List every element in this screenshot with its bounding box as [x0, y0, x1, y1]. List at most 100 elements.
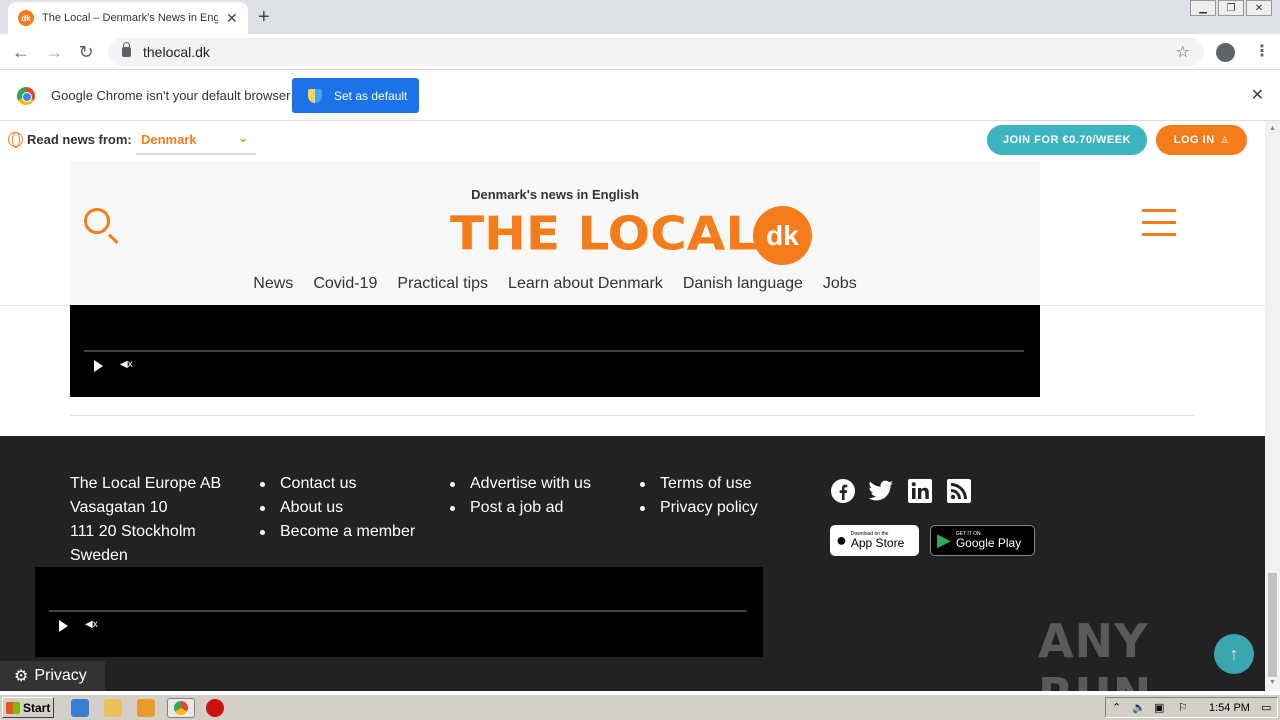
mute-icon[interactable]: ◀x: [120, 359, 133, 370]
nav-item-news[interactable]: News: [253, 275, 293, 293]
video-player[interactable]: ◀x: [70, 305, 1040, 397]
nav-item-practical-tips[interactable]: Practical tips: [397, 275, 488, 293]
system-tray: ⌃ 🔈 ▣ ⚐ 1:54 PM ▭: [1105, 697, 1278, 718]
address-bar: ← → ↻ thelocal.dk ☆ ⋮: [0, 34, 1280, 70]
site-header: Denmark's news in English THE LOCAL dk N…: [70, 161, 1176, 305]
address-line: 111 20 Stockholm: [70, 523, 196, 540]
chevron-down-icon: ⌄: [237, 131, 248, 145]
reload-icon[interactable]: ↻: [75, 41, 97, 63]
hamburger-menu-icon[interactable]: [1142, 209, 1176, 245]
bookmark-star-icon[interactable]: ☆: [1176, 42, 1190, 62]
become-member-link[interactable]: Become a member: [260, 520, 415, 544]
window-close-icon[interactable]: ✕: [1246, 0, 1272, 16]
tab-title: The Local – Denmark's News in English: [42, 12, 218, 24]
site-logo[interactable]: THE LOCAL: [450, 207, 757, 260]
new-tab-icon[interactable]: +: [258, 6, 270, 29]
windows-logo-icon: [6, 701, 20, 714]
shield-icon: [308, 88, 322, 103]
profile-icon[interactable]: [1216, 43, 1235, 62]
clock[interactable]: 1:54 PM: [1209, 702, 1250, 714]
start-button[interactable]: Start: [2, 697, 54, 718]
video-progress-bar[interactable]: [84, 350, 1024, 352]
internet-explorer-icon[interactable]: [71, 699, 89, 717]
footer-links-col2: Advertise with us Post a job ad: [450, 472, 591, 520]
privacy-button[interactable]: ⚙ Privacy: [0, 661, 105, 691]
default-browser-infobar: Google Chrome isn't your default browser…: [0, 71, 1280, 121]
address-line: Sweden: [70, 547, 128, 564]
network-icon[interactable]: ▣: [1154, 701, 1164, 714]
about-us-link[interactable]: About us: [260, 496, 415, 520]
forward-icon[interactable]: →: [43, 41, 65, 63]
terms-link[interactable]: Terms of use: [640, 472, 758, 496]
address-line: The Local Europe AB: [70, 475, 222, 492]
logo-badge[interactable]: dk: [753, 206, 812, 265]
login-button[interactable]: LOG IN ♙: [1156, 125, 1247, 155]
set-default-button[interactable]: Set as default: [292, 78, 419, 113]
app-store-big-text: App Store: [850, 536, 905, 550]
file-explorer-icon[interactable]: [104, 699, 122, 717]
twitter-icon[interactable]: [868, 478, 894, 504]
infobar-close-icon[interactable]: ✕: [1251, 85, 1264, 105]
app-store-text: Download on the App Store: [851, 531, 904, 550]
mute-icon[interactable]: ◀x: [85, 619, 98, 630]
page-scrollbar[interactable]: ▲ ▼: [1265, 121, 1280, 691]
tray-expand-icon[interactable]: ⌃: [1112, 701, 1121, 714]
opera-icon[interactable]: [206, 699, 224, 717]
chrome-icon: [174, 701, 188, 715]
advertise-link[interactable]: Advertise with us: [450, 472, 591, 496]
web-page: Read news from: Denmark ⌄ JOIN FOR €0.70…: [0, 121, 1265, 691]
nav-item-danish-language[interactable]: Danish language: [683, 275, 803, 293]
tagline: Denmark's news in English: [471, 187, 639, 202]
url-input[interactable]: thelocal.dk ☆: [108, 38, 1204, 66]
country-select[interactable]: Denmark ⌄: [136, 129, 256, 155]
url-text: thelocal.dk: [143, 44, 210, 60]
site-footer: The Local Europe AB Vasagatan 10 111 20 …: [0, 436, 1265, 691]
privacy-label: Privacy: [34, 667, 87, 684]
set-default-label: Set as default: [334, 88, 408, 103]
nav-item-covid[interactable]: Covid-19: [313, 275, 377, 293]
google-play-big-text: Google Play: [955, 536, 1022, 550]
login-label: LOG IN: [1173, 134, 1215, 146]
globe-icon: [8, 132, 23, 148]
nav-item-learn-about-denmark[interactable]: Learn about Denmark: [508, 275, 663, 293]
top-strip: Read news from: Denmark ⌄ JOIN FOR €0.70…: [0, 121, 1265, 161]
back-icon[interactable]: ←: [10, 41, 32, 63]
google-play-badge[interactable]: ▶ GET IT ON Google Play: [930, 525, 1035, 556]
join-button[interactable]: JOIN FOR €0.70/WEEK: [987, 125, 1147, 155]
linkedin-icon[interactable]: [907, 478, 933, 504]
post-job-link[interactable]: Post a job ad: [450, 496, 591, 520]
app-store-badge[interactable]: ● Download on the App Store: [830, 525, 919, 556]
tab-close-icon[interactable]: ✕: [226, 10, 238, 27]
chrome-taskbar-button[interactable]: [167, 698, 195, 718]
country-value: Denmark: [141, 132, 197, 147]
restore-icon[interactable]: ❐: [1218, 0, 1244, 16]
flag-icon[interactable]: ⚐: [1178, 701, 1188, 714]
volume-icon[interactable]: 🔈: [1132, 701, 1146, 714]
scroll-up-icon[interactable]: ▲: [1269, 125, 1276, 132]
minimize-icon[interactable]: ▁: [1190, 0, 1216, 16]
start-label: Start: [23, 700, 51, 715]
play-store-icon: ▶: [937, 530, 951, 550]
chrome-menu-icon[interactable]: ⋮: [1254, 41, 1270, 61]
rss-icon[interactable]: [946, 478, 972, 504]
infobar-message: Google Chrome isn't your default browser: [51, 88, 291, 103]
chrome-logo-icon: [17, 87, 35, 105]
scroll-down-icon[interactable]: ▼: [1269, 679, 1276, 686]
search-icon[interactable]: [84, 208, 110, 234]
play-icon[interactable]: [94, 360, 103, 372]
nav-item-jobs[interactable]: Jobs: [823, 275, 857, 293]
browser-tabbar: dk The Local – Denmark's News in English…: [0, 0, 1280, 34]
content-divider: [70, 415, 1195, 416]
video-player-2[interactable]: ◀x: [35, 567, 763, 657]
scrollbar-thumb[interactable]: [1268, 573, 1277, 677]
video-progress-bar[interactable]: [49, 610, 747, 612]
browser-tab[interactable]: dk The Local – Denmark's News in English…: [8, 2, 248, 34]
main-nav: News Covid-19 Practical tips Learn about…: [70, 275, 1040, 293]
facebook-icon[interactable]: [830, 478, 856, 504]
scroll-to-top-icon[interactable]: ↑: [1214, 634, 1254, 674]
media-player-icon[interactable]: [137, 699, 155, 717]
privacy-policy-link[interactable]: Privacy policy: [640, 496, 758, 520]
show-desktop-icon[interactable]: ▭: [1261, 701, 1271, 714]
contact-us-link[interactable]: Contact us: [260, 472, 415, 496]
play-icon[interactable]: [59, 620, 68, 632]
